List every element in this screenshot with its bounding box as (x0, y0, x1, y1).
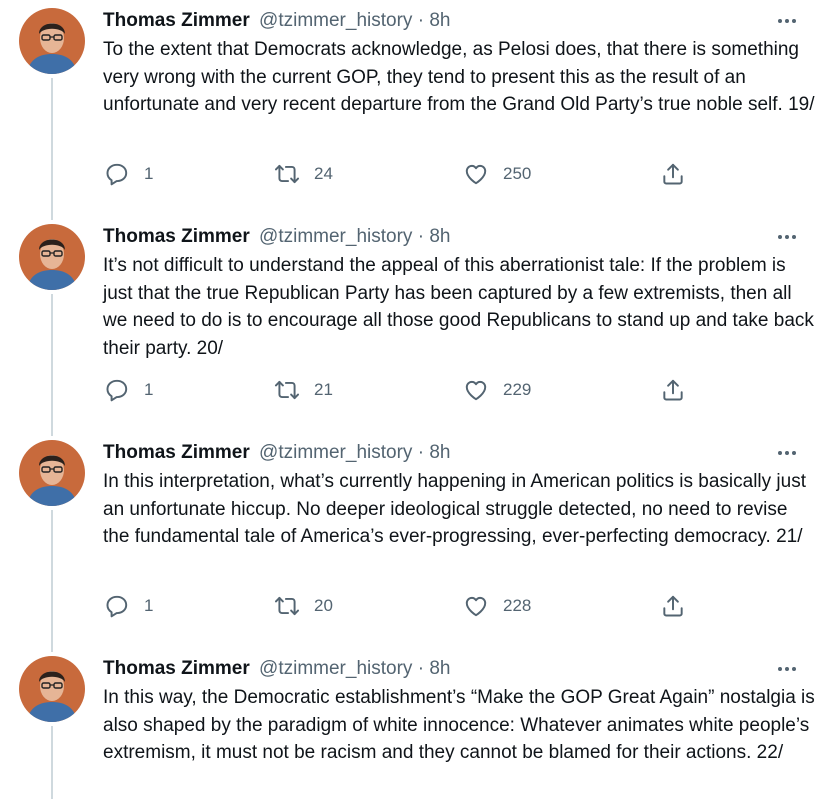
reply-button[interactable]: 1 (104, 159, 153, 189)
retweet-button[interactable]: 20 (274, 591, 333, 621)
reply-icon (106, 595, 128, 618)
author-name[interactable]: Thomas Zimmer (103, 442, 250, 463)
retweet-button[interactable]: 21 (274, 375, 333, 405)
author-handle[interactable]: @tzimmer_history (259, 658, 412, 679)
more-icon[interactable] (770, 9, 804, 33)
like-button[interactable]: 228 (463, 591, 531, 621)
reply-icon (106, 379, 128, 402)
share-icon (663, 163, 683, 185)
reply-count: 1 (144, 164, 154, 183)
tweet-header: Thomas Zimmer @tzimmer_history · 8h (103, 9, 450, 33)
more-icon[interactable] (770, 225, 804, 249)
like-button[interactable]: 250 (463, 159, 531, 189)
like-count: 250 (503, 164, 532, 183)
author-name[interactable]: Thomas Zimmer (103, 658, 250, 679)
timestamp[interactable]: 8h (429, 10, 450, 31)
retweet-icon (274, 380, 300, 400)
author-handle[interactable]: @tzimmer_history (259, 226, 412, 247)
timestamp[interactable]: 8h (429, 658, 450, 679)
retweet-icon (274, 164, 300, 184)
heart-icon (465, 164, 487, 185)
separator-dot: · (417, 10, 425, 31)
separator-dot: · (417, 442, 425, 463)
tweet-text: In this way, the Democratic establishmen… (103, 687, 815, 763)
retweet-count: 20 (314, 596, 333, 615)
tweet-text: In this interpretation, what’s currently… (103, 471, 806, 547)
tweet[interactable]: Thomas Zimmer @tzimmer_history · 8h In t… (0, 435, 825, 651)
separator-dot: · (417, 658, 425, 679)
timestamp[interactable]: 8h (429, 226, 450, 247)
retweet-button[interactable]: 24 (274, 159, 333, 189)
avatar[interactable] (19, 224, 85, 290)
reply-count: 1 (144, 596, 154, 615)
heart-icon (465, 596, 487, 617)
heart-icon (465, 380, 487, 401)
like-button[interactable]: 229 (463, 375, 531, 405)
tweet-actions: 1 21 229 (100, 375, 700, 405)
author-name[interactable]: Thomas Zimmer (103, 226, 250, 247)
retweet-icon (274, 596, 300, 616)
tweet-actions: 1 20 228 (100, 591, 700, 621)
tweet[interactable]: Thomas Zimmer @tzimmer_history · 8h In t… (0, 651, 825, 799)
reply-count: 1 (144, 380, 154, 399)
share-icon (663, 595, 683, 617)
tweet[interactable]: Thomas Zimmer @tzimmer_history · 8h To t… (0, 3, 825, 219)
tweet-text: It’s not difficult to understand the app… (103, 255, 814, 359)
tweet-header: Thomas Zimmer @tzimmer_history · 8h (103, 225, 450, 249)
more-icon[interactable] (770, 441, 804, 465)
avatar[interactable] (19, 8, 85, 74)
share-button[interactable] (660, 375, 686, 405)
reply-button[interactable]: 1 (104, 375, 153, 405)
tweet-text: To the extent that Democrats acknowledge… (103, 39, 815, 115)
retweet-count: 24 (314, 164, 333, 183)
share-button[interactable] (660, 591, 686, 621)
avatar[interactable] (19, 656, 85, 722)
tweet-actions: 1 24 250 (100, 159, 700, 189)
retweet-count: 21 (314, 380, 333, 399)
tweet[interactable]: Thomas Zimmer @tzimmer_history · 8h It’s… (0, 219, 825, 435)
tweet-header: Thomas Zimmer @tzimmer_history · 8h (103, 441, 450, 465)
separator-dot: · (417, 226, 425, 247)
more-icon[interactable] (770, 657, 804, 681)
share-icon (663, 379, 683, 401)
timestamp[interactable]: 8h (429, 442, 450, 463)
author-name[interactable]: Thomas Zimmer (103, 10, 250, 31)
author-handle[interactable]: @tzimmer_history (259, 10, 412, 31)
author-handle[interactable]: @tzimmer_history (259, 442, 412, 463)
reply-icon (106, 163, 128, 186)
like-count: 229 (503, 380, 532, 399)
reply-button[interactable]: 1 (104, 591, 153, 621)
avatar[interactable] (19, 440, 85, 506)
like-count: 228 (503, 596, 532, 615)
tweet-header: Thomas Zimmer @tzimmer_history · 8h (103, 657, 450, 681)
share-button[interactable] (660, 159, 686, 189)
